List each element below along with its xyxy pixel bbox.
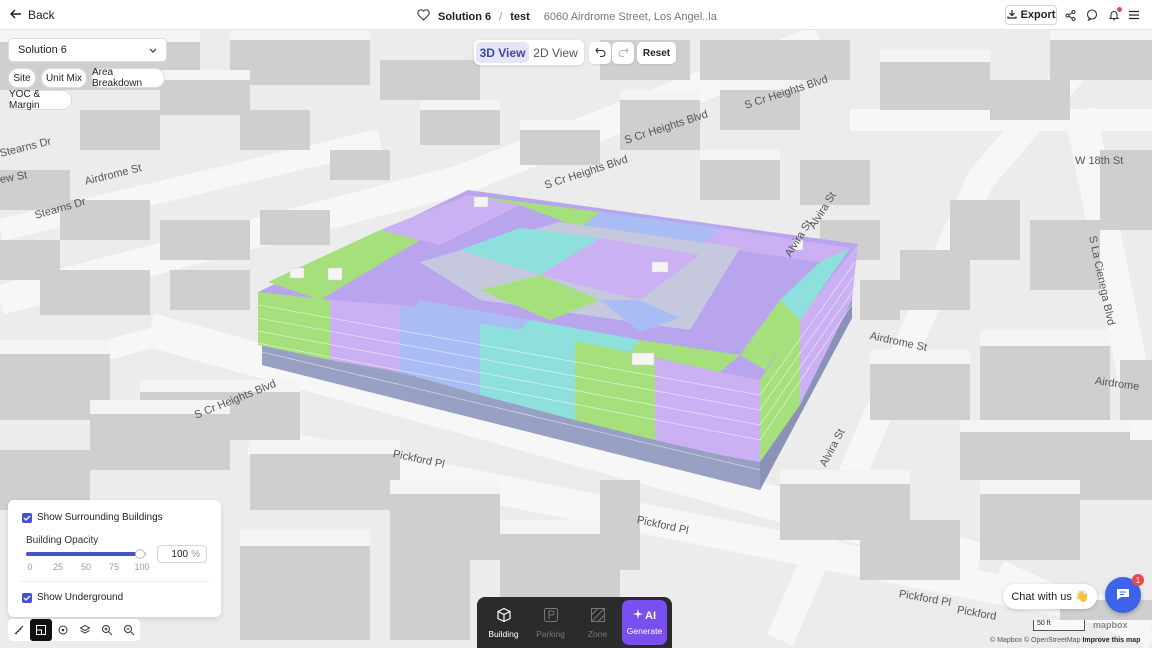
breadcrumb: Solution 6 / test 6060 Airdrome Street, … bbox=[417, 9, 717, 24]
improve-map-link[interactable]: Improve this map bbox=[1082, 637, 1140, 644]
sparkle-icon bbox=[633, 609, 643, 622]
solution-name: Solution 6 bbox=[438, 10, 492, 23]
view-3d-button[interactable]: 3D View bbox=[476, 42, 529, 63]
top-bar: Back Solution 6 / test 6060 Airdrome Str… bbox=[0, 0, 1152, 30]
mapbox-logo: mapbox bbox=[1093, 620, 1128, 630]
back-button[interactable]: Back bbox=[10, 8, 55, 22]
tick-label: 0 bbox=[27, 562, 33, 572]
parking-icon bbox=[543, 607, 559, 625]
solution-select-value: Solution 6 bbox=[18, 44, 67, 56]
chat-bubble[interactable]: Chat with us 👋 bbox=[1003, 584, 1097, 609]
undo-button[interactable] bbox=[589, 42, 611, 64]
export-label: Export bbox=[1020, 9, 1056, 21]
dock-ai-generate-button[interactable]: AI Generate bbox=[622, 600, 667, 645]
tick-label: 50 bbox=[80, 562, 92, 572]
tab-yoc-margin[interactable]: YOC & Margin bbox=[8, 89, 72, 111]
ai-label: AI bbox=[645, 609, 656, 622]
dock-parking-button[interactable]: Parking bbox=[528, 600, 573, 645]
tab-unit-mix[interactable]: Unit Mix bbox=[41, 68, 87, 88]
street-label: W 18th St bbox=[1075, 155, 1124, 167]
cube-icon bbox=[496, 607, 512, 625]
undo-icon bbox=[594, 46, 606, 60]
zone-hatch-icon bbox=[590, 607, 606, 625]
target-icon[interactable] bbox=[52, 619, 74, 641]
bell-icon[interactable] bbox=[1107, 7, 1122, 22]
checkbox-checked-icon[interactable] bbox=[22, 592, 32, 603]
tab-area-breakdown[interactable]: Area Breakdown bbox=[91, 67, 165, 89]
show-underground-label: Show Underground bbox=[37, 592, 124, 603]
layers-panel-icon[interactable] bbox=[30, 619, 52, 641]
dock-zone-button[interactable]: Zone bbox=[575, 600, 620, 645]
share-icon[interactable] bbox=[1063, 8, 1077, 22]
chat-launcher-button[interactable]: 1 bbox=[1105, 574, 1144, 613]
show-underground-toggle[interactable]: Show Underground bbox=[22, 592, 123, 603]
attribution-text: © Mapbox © OpenStreetMap bbox=[990, 637, 1081, 644]
redo-icon bbox=[618, 46, 629, 60]
notification-dot bbox=[1117, 7, 1122, 12]
divider bbox=[20, 581, 209, 582]
map-attribution: © Mapbox © OpenStreetMap Improve this ma… bbox=[990, 637, 1140, 644]
tab-site[interactable]: Site bbox=[8, 68, 36, 88]
view-toggle: 3D View 2D View bbox=[474, 40, 584, 65]
chevron-down-icon bbox=[149, 44, 157, 56]
arrow-left-icon bbox=[10, 8, 22, 22]
opacity-input[interactable]: 100 % bbox=[157, 545, 207, 563]
show-surrounding-toggle[interactable]: Show Surrounding Buildings bbox=[22, 512, 163, 523]
map-toolbar bbox=[8, 619, 140, 641]
breadcrumb-separator: / bbox=[499, 10, 503, 23]
generate-label: Generate bbox=[626, 626, 663, 636]
reset-button[interactable]: Reset bbox=[637, 42, 676, 64]
opacity-label: Building Opacity bbox=[26, 535, 99, 546]
project-address: 6060 Airdrome Street, Los Angel..la bbox=[543, 10, 717, 23]
dock-parking-label: Parking bbox=[536, 628, 565, 639]
heart-icon[interactable] bbox=[417, 9, 430, 24]
layer-options-panel: Show Surrounding Buildings Building Opac… bbox=[8, 500, 221, 617]
ruler-icon[interactable] bbox=[8, 619, 30, 641]
stack-icon[interactable] bbox=[74, 619, 96, 641]
chat-unread-badge: 1 bbox=[1132, 574, 1144, 586]
dock-building-button[interactable]: Building bbox=[481, 600, 526, 645]
opacity-slider[interactable] bbox=[26, 549, 147, 559]
back-label: Back bbox=[28, 8, 55, 22]
opacity-slider-fill bbox=[26, 552, 138, 556]
solution-select[interactable]: Solution 6 bbox=[8, 38, 167, 62]
dock-building-label: Building bbox=[488, 628, 519, 639]
project-name[interactable]: test bbox=[510, 11, 530, 23]
opacity-slider-handle[interactable] bbox=[135, 549, 145, 559]
checkbox-checked-icon[interactable] bbox=[22, 512, 32, 523]
menu-icon[interactable] bbox=[1127, 8, 1141, 22]
view-2d-button[interactable]: 2D View bbox=[529, 42, 582, 63]
opacity-value: 100 bbox=[171, 548, 189, 560]
ai-sparkle-row: AI bbox=[633, 609, 656, 622]
tick-label: 75 bbox=[108, 562, 120, 572]
export-button[interactable]: Export bbox=[1005, 5, 1057, 25]
download-icon bbox=[1006, 9, 1017, 22]
tick-label: 25 bbox=[52, 562, 64, 572]
redo-button[interactable] bbox=[612, 42, 634, 64]
zoom-out-icon[interactable] bbox=[118, 619, 140, 641]
dock-zone-label: Zone bbox=[587, 628, 608, 639]
map-scale: 50 ft bbox=[1033, 620, 1085, 631]
show-surrounding-label: Show Surrounding Buildings bbox=[37, 512, 163, 523]
tick-label: 100 bbox=[134, 562, 150, 572]
opacity-unit: % bbox=[191, 548, 200, 560]
zoom-in-icon[interactable] bbox=[96, 619, 118, 641]
mode-dock: Building Parking Zone AI Generate bbox=[477, 597, 672, 648]
chat-icon bbox=[1115, 586, 1131, 605]
comment-icon[interactable] bbox=[1085, 8, 1099, 22]
